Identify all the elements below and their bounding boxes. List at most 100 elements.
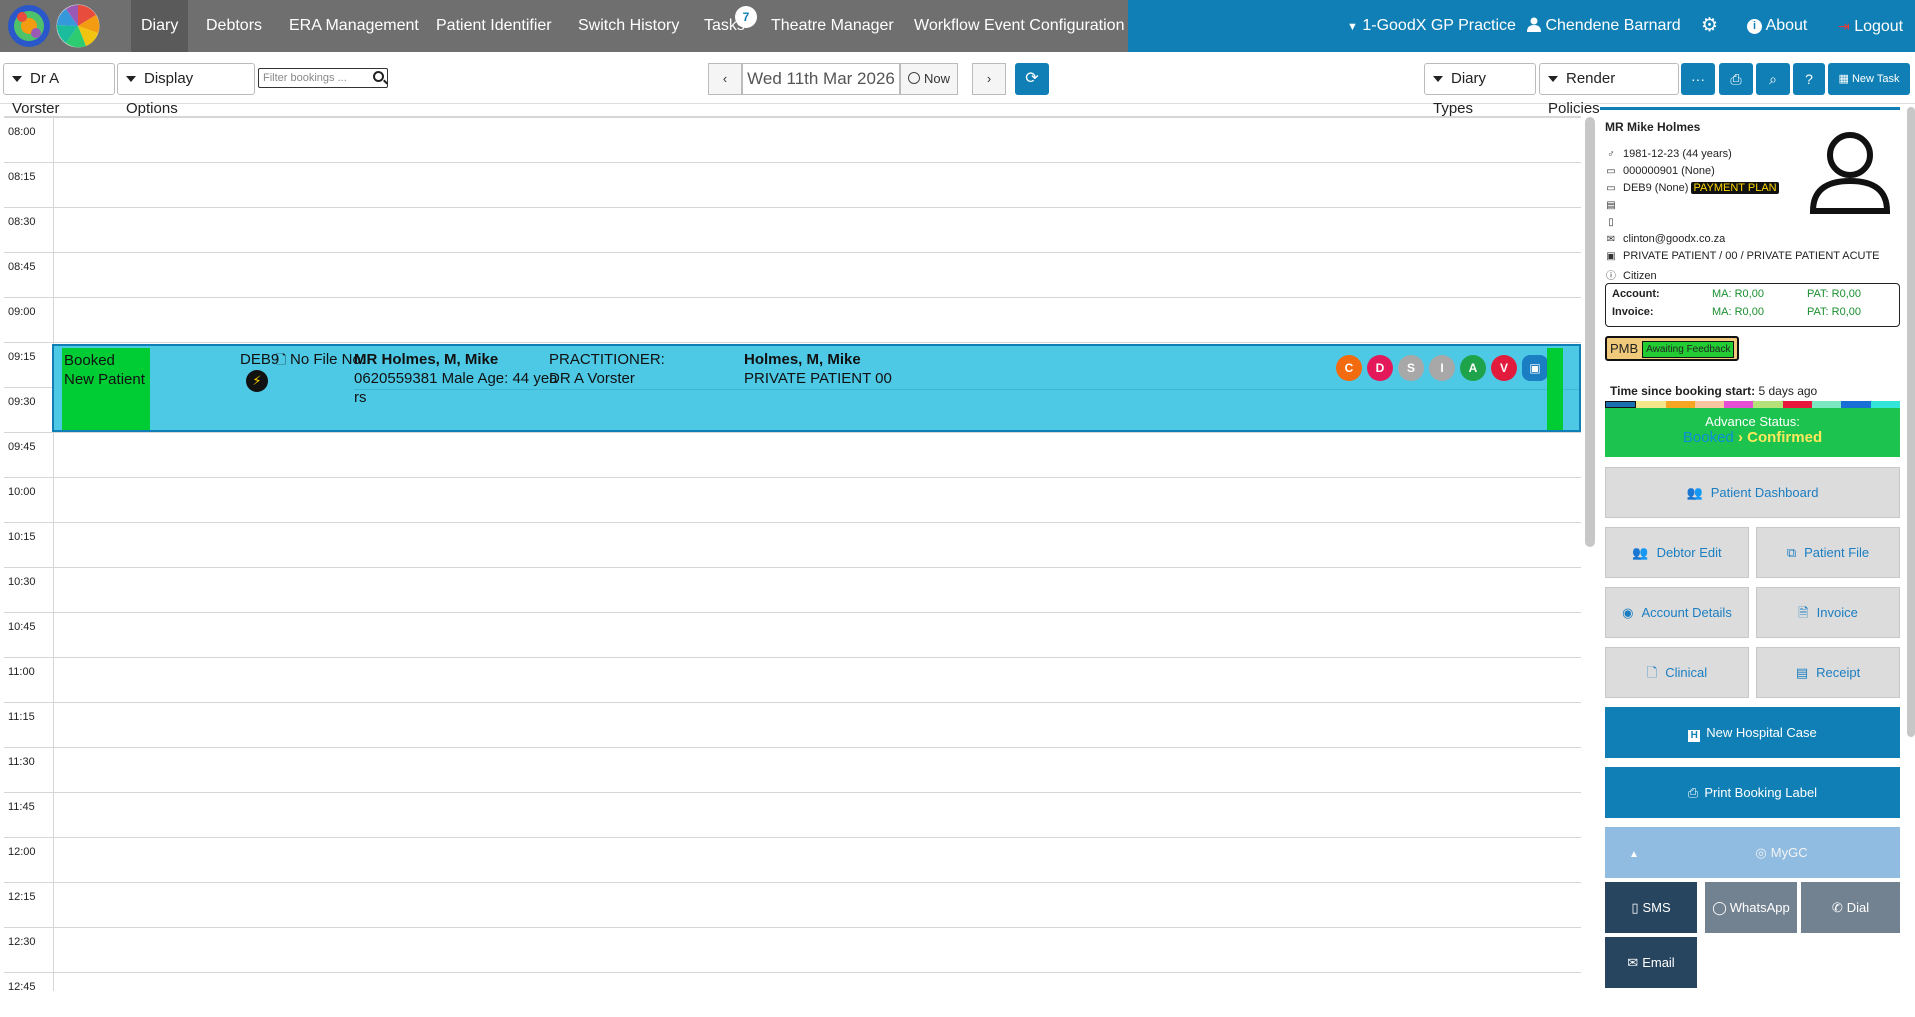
time-slot-row[interactable]: 09:45: [4, 432, 1581, 477]
sms-button[interactable]: ▯ SMS: [1605, 882, 1697, 933]
printer-icon: ⎙: [1730, 71, 1742, 87]
goodx-logo[interactable]: [6, 3, 112, 49]
phone-icon: ✆: [1831, 900, 1843, 915]
account-details-button[interactable]: ◉ Account Details: [1605, 587, 1749, 638]
time-label: 10:00: [8, 486, 36, 498]
booking-card[interactable]: Booked New Patient DEB9 🗋 No File No. ⚡ …: [52, 344, 1581, 432]
time-slot-row[interactable]: 12:30: [4, 927, 1581, 972]
time-label: 08:45: [8, 261, 36, 273]
nav-era-management[interactable]: ERA Management: [279, 0, 429, 52]
user-menu[interactable]: Chendene Barnard: [1527, 0, 1681, 52]
patient-dashboard-button[interactable]: 👥 Patient Dashboard: [1605, 467, 1900, 518]
invoice-button[interactable]: 🗎 Invoice: [1756, 587, 1900, 638]
new-task-label: New Task: [1851, 73, 1900, 85]
time-slot-row[interactable]: 08:15: [4, 162, 1581, 207]
diary-grid[interactable]: 08:00 08:15 08:30 08:45 09:00 09:15 09:30 09:45…: [4, 117, 1581, 993]
now-button[interactable]: Now: [900, 63, 958, 95]
advance-status-button[interactable]: Advance Status: Booked › Confirmed: [1605, 408, 1900, 457]
time-label: 08:00: [8, 126, 36, 138]
time-slot-row[interactable]: 10:00: [4, 477, 1581, 522]
time-label: 12:15: [8, 891, 36, 903]
booking-patient-name: MR Holmes, M, Mike: [354, 351, 499, 368]
patient-dob: 1981-12-23 (44 years): [1623, 148, 1732, 160]
booking-action-s-button[interactable]: S: [1398, 355, 1424, 381]
time-slot-row[interactable]: 11:30: [4, 747, 1581, 792]
pmb-badge[interactable]: PMB Awaiting Feedback: [1605, 336, 1740, 361]
help-button[interactable]: ?: [1793, 63, 1825, 95]
panel-scrollbar[interactable]: [1907, 107, 1915, 737]
booking-action-a-button[interactable]: A: [1460, 355, 1486, 381]
booking-patient-details: 0620559381 Male Age: 44 yea: [354, 370, 558, 387]
nav-diary[interactable]: Diary: [131, 0, 189, 52]
booking-status[interactable]: Booked New Patient: [62, 348, 150, 430]
next-day-button[interactable]: ›: [972, 63, 1006, 95]
timeline-segment: [1605, 401, 1637, 408]
booking-action-c-button[interactable]: C: [1336, 355, 1362, 381]
nav-patient-identifier[interactable]: Patient Identifier: [426, 0, 562, 52]
search-button[interactable]: ⌕: [1756, 63, 1790, 95]
time-label: 12:45: [8, 981, 36, 993]
patient-file-button[interactable]: ⧉ Patient File: [1756, 527, 1900, 578]
clinical-button[interactable]: 🗋 Clinical: [1605, 647, 1749, 698]
nav-workflow-event-configuration[interactable]: Workflow Event Configuration: [904, 0, 1134, 52]
time-slot-row[interactable]: 11:45: [4, 792, 1581, 837]
diary-types-dropdown[interactable]: Diary Types: [1424, 63, 1536, 117]
lightning-icon[interactable]: ⚡: [246, 370, 268, 392]
settings-button[interactable]: ⚙: [1701, 0, 1718, 52]
print-booking-label-button[interactable]: ⎙ Print Booking Label: [1605, 767, 1900, 818]
refresh-button[interactable]: ⟳: [1015, 63, 1049, 95]
timeline-segment: [1665, 401, 1695, 408]
print-button[interactable]: ⎙: [1719, 63, 1753, 95]
time-slot-row[interactable]: 10:15: [4, 522, 1581, 567]
render-policies-dropdown[interactable]: Render Policies: [1539, 63, 1679, 117]
time-slot-row[interactable]: 11:15: [4, 702, 1581, 747]
time-slot-row[interactable]: 10:30: [4, 567, 1581, 612]
new-task-button[interactable]: ▦ New Task: [1828, 63, 1910, 95]
time-slot-row[interactable]: 08:45: [4, 252, 1581, 297]
mobile-icon: ▯: [1608, 217, 1614, 228]
about-link[interactable]: i About: [1747, 0, 1807, 52]
diary-scrollbar[interactable]: [1585, 117, 1595, 547]
time-slot-row[interactable]: 08:30: [4, 207, 1581, 252]
nav-switch-history[interactable]: Switch History: [568, 0, 689, 52]
time-slot-row[interactable]: 12:00: [4, 837, 1581, 882]
time-slot-row[interactable]: 12:15: [4, 882, 1581, 927]
booking-action-d-button[interactable]: D: [1367, 355, 1393, 381]
new-hospital-case-button[interactable]: H New Hospital Case: [1605, 707, 1900, 758]
nav-theatre-manager[interactable]: Theatre Manager: [761, 0, 904, 52]
collapse-button[interactable]: ▲: [1605, 827, 1663, 878]
logout-link[interactable]: ⇥ Logout: [1838, 0, 1903, 52]
time-label: 08:15: [8, 171, 36, 183]
booking-action-v-button[interactable]: V: [1491, 355, 1517, 381]
time-slot-row[interactable]: 11:00: [4, 657, 1581, 702]
nav-debtors[interactable]: Debtors: [196, 0, 272, 52]
more-options-button[interactable]: ···: [1681, 63, 1715, 95]
display-options-dropdown[interactable]: Display Options: [117, 63, 255, 117]
time-label: 09:45: [8, 441, 36, 453]
prev-day-button[interactable]: ‹: [708, 63, 742, 95]
caret-down-icon: ▼: [1347, 21, 1358, 33]
file-icon: 🗋: [276, 352, 287, 367]
time-slot-row[interactable]: 10:45: [4, 612, 1581, 657]
debtor-edit-button[interactable]: 👥 Debtor Edit: [1605, 527, 1749, 578]
patient-debtor: DEB9 (None): [1623, 182, 1689, 194]
time-slot-row[interactable]: 08:00: [4, 117, 1581, 162]
mygc-button[interactable]: ◎ MyGC: [1663, 827, 1900, 878]
payment-plan-tag: PAYMENT PLAN: [1691, 182, 1779, 194]
whatsapp-button[interactable]: ◯ WhatsApp: [1705, 882, 1797, 933]
invoice-ma: MA: R0,00: [1712, 306, 1764, 318]
receipt-button[interactable]: ▤ Receipt: [1756, 647, 1900, 698]
email-button[interactable]: ✉ Email: [1605, 937, 1697, 988]
date-field[interactable]: Wed 11th Mar 2026: [742, 63, 900, 95]
users-icon: 👥: [1686, 485, 1703, 500]
practice-selector[interactable]: ▼ 1-GoodX GP Practice: [1347, 0, 1516, 52]
booking-action-i-button[interactable]: I: [1429, 355, 1455, 381]
note-icon[interactable]: ▣: [1522, 355, 1548, 381]
time-slot-row[interactable]: 12:45: [4, 972, 1581, 1017]
filter-bookings-input[interactable]: Filter bookings ...: [258, 68, 388, 88]
time-slot-row[interactable]: 09:00: [4, 297, 1581, 342]
advance-to-status: Confirmed: [1747, 429, 1823, 446]
booking-patient-details-cont: rs: [354, 389, 367, 406]
doctor-dropdown[interactable]: Dr A Vorster: [3, 63, 115, 117]
dial-button[interactable]: ✆ Dial: [1801, 882, 1900, 933]
